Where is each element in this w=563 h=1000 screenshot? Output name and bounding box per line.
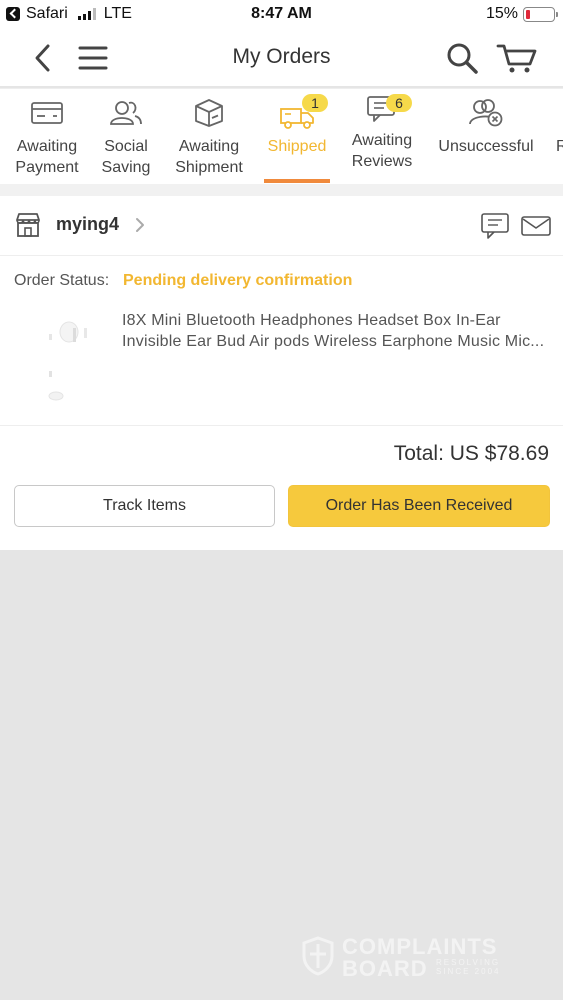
tab-label-line2: Reviews <box>351 153 413 170</box>
cart-icon[interactable] <box>496 42 538 74</box>
store-name[interactable]: mying4 <box>56 214 119 235</box>
people-icon <box>110 101 142 125</box>
box-icon <box>195 99 223 127</box>
tab-unsuccessful[interactable]: Unsuccessful <box>430 89 542 184</box>
tab-shipped[interactable]: 1 Shipped <box>264 89 330 184</box>
search-icon[interactable] <box>445 42 481 74</box>
tab-label-partial: R <box>556 136 563 157</box>
tab-label-line1: Shipped <box>267 138 327 155</box>
tab-label-line1: Awaiting <box>178 138 240 155</box>
product-title-line1: I8X Mini Bluetooth Headphones Headset Bo… <box>122 312 501 329</box>
battery-percent: 15% <box>485 5 518 22</box>
status-bar: Safari LTE 8:47 AM 15% <box>0 0 563 30</box>
card-divider <box>0 425 563 426</box>
tab-overflow-partial[interactable]: R <box>556 89 563 184</box>
back-to-app-icon[interactable] <box>6 7 20 21</box>
carrier-label: LTE <box>103 5 132 22</box>
mail-icon[interactable] <box>520 214 552 238</box>
section-separator <box>0 184 563 196</box>
tab-label-line2: Shipment <box>175 159 243 176</box>
watermark-line2: BOARD <box>342 956 428 981</box>
unsuccessful-icon <box>469 99 503 127</box>
shield-icon <box>302 936 334 976</box>
order-total: Total: US $78.69 <box>393 442 549 465</box>
order-status-value: Pending delivery confirmation <box>123 272 353 289</box>
card-icon <box>31 102 63 124</box>
tab-label-line1: Awaiting <box>351 132 413 149</box>
battery-fill <box>526 9 530 19</box>
order-status-tabs: Awaiting Payment Social Saving Awaiting … <box>0 88 563 184</box>
tab-badge: 6 <box>386 94 412 112</box>
tab-badge: 1 <box>302 94 328 112</box>
status-bar-right: 15% <box>485 5 558 23</box>
tab-awaiting-reviews[interactable]: 6 Awaiting Reviews <box>344 89 420 184</box>
tab-awaiting-shipment[interactable]: Awaiting Shipment <box>168 89 250 184</box>
order-card: mying4 Order Status: Pending delivery co… <box>0 196 563 550</box>
active-tab-underline <box>264 179 330 183</box>
tab-awaiting-payment[interactable]: Awaiting Payment <box>6 89 88 184</box>
tab-label-line1: Unsuccessful <box>438 138 534 155</box>
watermark: COMPLAINTS BOARD RESOLVING SINCE 2004 <box>300 934 520 982</box>
tab-label-line2: Saving <box>101 159 151 176</box>
tab-label-line1: Awaiting <box>16 138 78 155</box>
watermark-tagline: RESOLVING SINCE 2004 <box>436 958 501 976</box>
chevron-right-icon[interactable] <box>134 217 146 233</box>
product-title[interactable]: I8X Mini Bluetooth Headphones Headset Bo… <box>122 310 560 352</box>
store-row[interactable]: mying4 <box>0 196 563 256</box>
back-app-label[interactable]: Safari <box>26 5 68 23</box>
order-received-button[interactable]: Order Has Been Received <box>288 485 550 527</box>
track-items-button[interactable]: Track Items <box>14 485 275 527</box>
order-status-label: Order Status: <box>14 272 110 289</box>
tab-label-line1: Social <box>104 138 148 155</box>
app-header: My Orders <box>0 30 563 86</box>
store-icon <box>16 213 40 237</box>
product-image[interactable] <box>24 306 110 416</box>
chat-icon[interactable] <box>480 212 510 240</box>
battery-icon <box>523 6 558 22</box>
product-title-line2: Invisible Ear Bud Air pods Wireless Earp… <box>122 333 545 350</box>
tab-social-saving[interactable]: Social Saving <box>92 89 160 184</box>
signal-icon <box>77 8 96 20</box>
status-bar-left: Safari LTE <box>6 5 132 23</box>
tab-label-line2: Payment <box>15 159 79 176</box>
